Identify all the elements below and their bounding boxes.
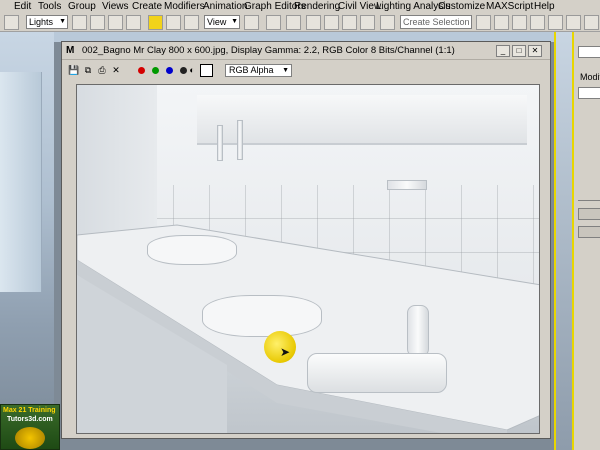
pin-stack-button[interactable] (578, 208, 600, 220)
schematic-view-icon[interactable] (566, 15, 581, 30)
menu-bar: Edit Tools Group Views Create Modifiers … (0, 0, 600, 13)
save-image-icon[interactable]: 💾 (68, 64, 80, 76)
blue-channel-icon[interactable] (166, 67, 173, 74)
divider (578, 200, 600, 201)
align-icon[interactable] (494, 15, 509, 30)
keyboard-shortcut-icon[interactable] (286, 15, 301, 30)
clone-window-icon[interactable]: ⧉ (82, 64, 94, 76)
render-fixture (387, 180, 427, 190)
frame-buffer-window: M 002_Bagno Mr Clay 800 x 600.jpg, Displ… (61, 41, 551, 439)
reference-coord-dropdown[interactable]: View ▼ (204, 15, 240, 29)
green-channel-icon[interactable] (152, 67, 159, 74)
named-selection-set-field[interactable]: Create Selection Se (400, 15, 472, 29)
logo-line-2: Tutors3d.com (7, 416, 53, 423)
rectangular-selection-icon[interactable] (108, 15, 123, 30)
menu-help[interactable]: Help (534, 0, 555, 13)
print-icon[interactable]: ⎙ (96, 64, 108, 76)
layer-manager-icon[interactable] (512, 15, 527, 30)
menu-create[interactable]: Create (132, 0, 162, 13)
menu-group[interactable]: Group (68, 0, 96, 13)
monochrome-icon[interactable]: ◐ (186, 64, 198, 76)
menu-tools[interactable]: Tools (38, 0, 61, 13)
chevron-down-icon: ▼ (231, 18, 238, 25)
select-object-icon[interactable] (72, 15, 87, 30)
angle-snap-icon[interactable] (324, 15, 339, 30)
rotate-icon[interactable] (166, 15, 181, 30)
background-color-swatch[interactable] (200, 64, 213, 77)
mirror-icon[interactable] (476, 15, 491, 30)
max-app-icon: M (66, 45, 75, 56)
command-panel: Modifie (572, 32, 600, 450)
maximize-icon[interactable]: □ (512, 45, 526, 57)
render-towel (307, 353, 447, 393)
rendered-image[interactable]: ➤ (76, 84, 540, 434)
pivot-center-icon[interactable] (244, 15, 259, 30)
window-crossing-icon[interactable] (126, 15, 141, 30)
modifier-list-label: Modifie (580, 72, 600, 82)
percent-snap-icon[interactable] (342, 15, 357, 30)
selection-filter-dropdown[interactable]: Lights ▼ (26, 15, 68, 29)
graphite-ribbon-icon[interactable] (530, 15, 545, 30)
select-by-name-icon[interactable] (90, 15, 105, 30)
render-fixture (217, 125, 223, 161)
display-channel-value: RGB Alpha (229, 65, 274, 75)
frame-buffer-titlebar[interactable]: M 002_Bagno Mr Clay 800 x 600.jpg, Displ… (62, 42, 550, 60)
material-editor-icon[interactable] (584, 15, 599, 30)
render-bottle (407, 305, 429, 357)
menu-edit[interactable]: Edit (14, 0, 31, 13)
render-fixture (237, 120, 243, 160)
scale-icon[interactable] (184, 15, 199, 30)
curve-editor-icon[interactable] (548, 15, 563, 30)
reference-coord-value: View (207, 17, 227, 27)
object-name-field[interactable] (578, 46, 600, 58)
red-channel-icon[interactable] (138, 67, 145, 74)
menu-views[interactable]: Views (102, 0, 129, 13)
link-icon[interactable] (4, 15, 19, 30)
menu-animation[interactable]: Animation (203, 0, 247, 13)
logo-badge-icon (15, 427, 45, 449)
snaps-toggle-icon[interactable] (306, 15, 321, 30)
viewport-left[interactable] (0, 32, 54, 450)
clear-icon[interactable]: ✕ (110, 64, 122, 76)
minimize-icon[interactable]: _ (496, 45, 510, 57)
chevron-down-icon: ▼ (282, 67, 289, 74)
viewport-right[interactable] (554, 32, 572, 450)
selection-filter-value: Lights (29, 17, 54, 27)
menu-civil-view[interactable]: Civil View (338, 0, 381, 13)
menu-maxscript[interactable]: MAXScript (486, 0, 533, 13)
frame-buffer-caption: 002_Bagno Mr Clay 800 x 600.jpg, Display… (82, 45, 455, 56)
menu-rendering[interactable]: Rendering (294, 0, 340, 13)
move-icon[interactable] (148, 15, 163, 30)
main-toolbar: Lights ▼ View ▼ Create Selection Se (0, 13, 600, 32)
spinner-snap-icon[interactable] (360, 15, 375, 30)
watermark-logo: Max 21 Training Tutors3d.com (0, 404, 60, 450)
show-end-result-button[interactable] (578, 226, 600, 238)
chevron-down-icon: ▼ (59, 18, 66, 25)
render-sink-left (147, 235, 237, 265)
mouse-cursor-icon: ➤ (280, 345, 291, 359)
render-sink-right (202, 295, 322, 337)
modifier-list-dropdown[interactable] (578, 87, 600, 99)
select-manipulate-icon[interactable] (266, 15, 281, 30)
logo-line-1: Max 21 Training (3, 407, 56, 414)
edit-named-selection-icon[interactable] (380, 15, 395, 30)
viewport-cabinet (0, 72, 42, 292)
close-icon[interactable]: ✕ (528, 45, 542, 57)
menu-customize[interactable]: Customize (438, 0, 485, 13)
display-channel-dropdown[interactable]: RGB Alpha ▼ (225, 64, 292, 77)
frame-buffer-toolbar: 💾 ⧉ ⎙ ✕ ◐ RGB Alpha ▼ (62, 61, 550, 79)
named-selection-placeholder: Create Selection Se (403, 17, 471, 27)
menu-modifiers[interactable]: Modifiers (164, 0, 205, 13)
